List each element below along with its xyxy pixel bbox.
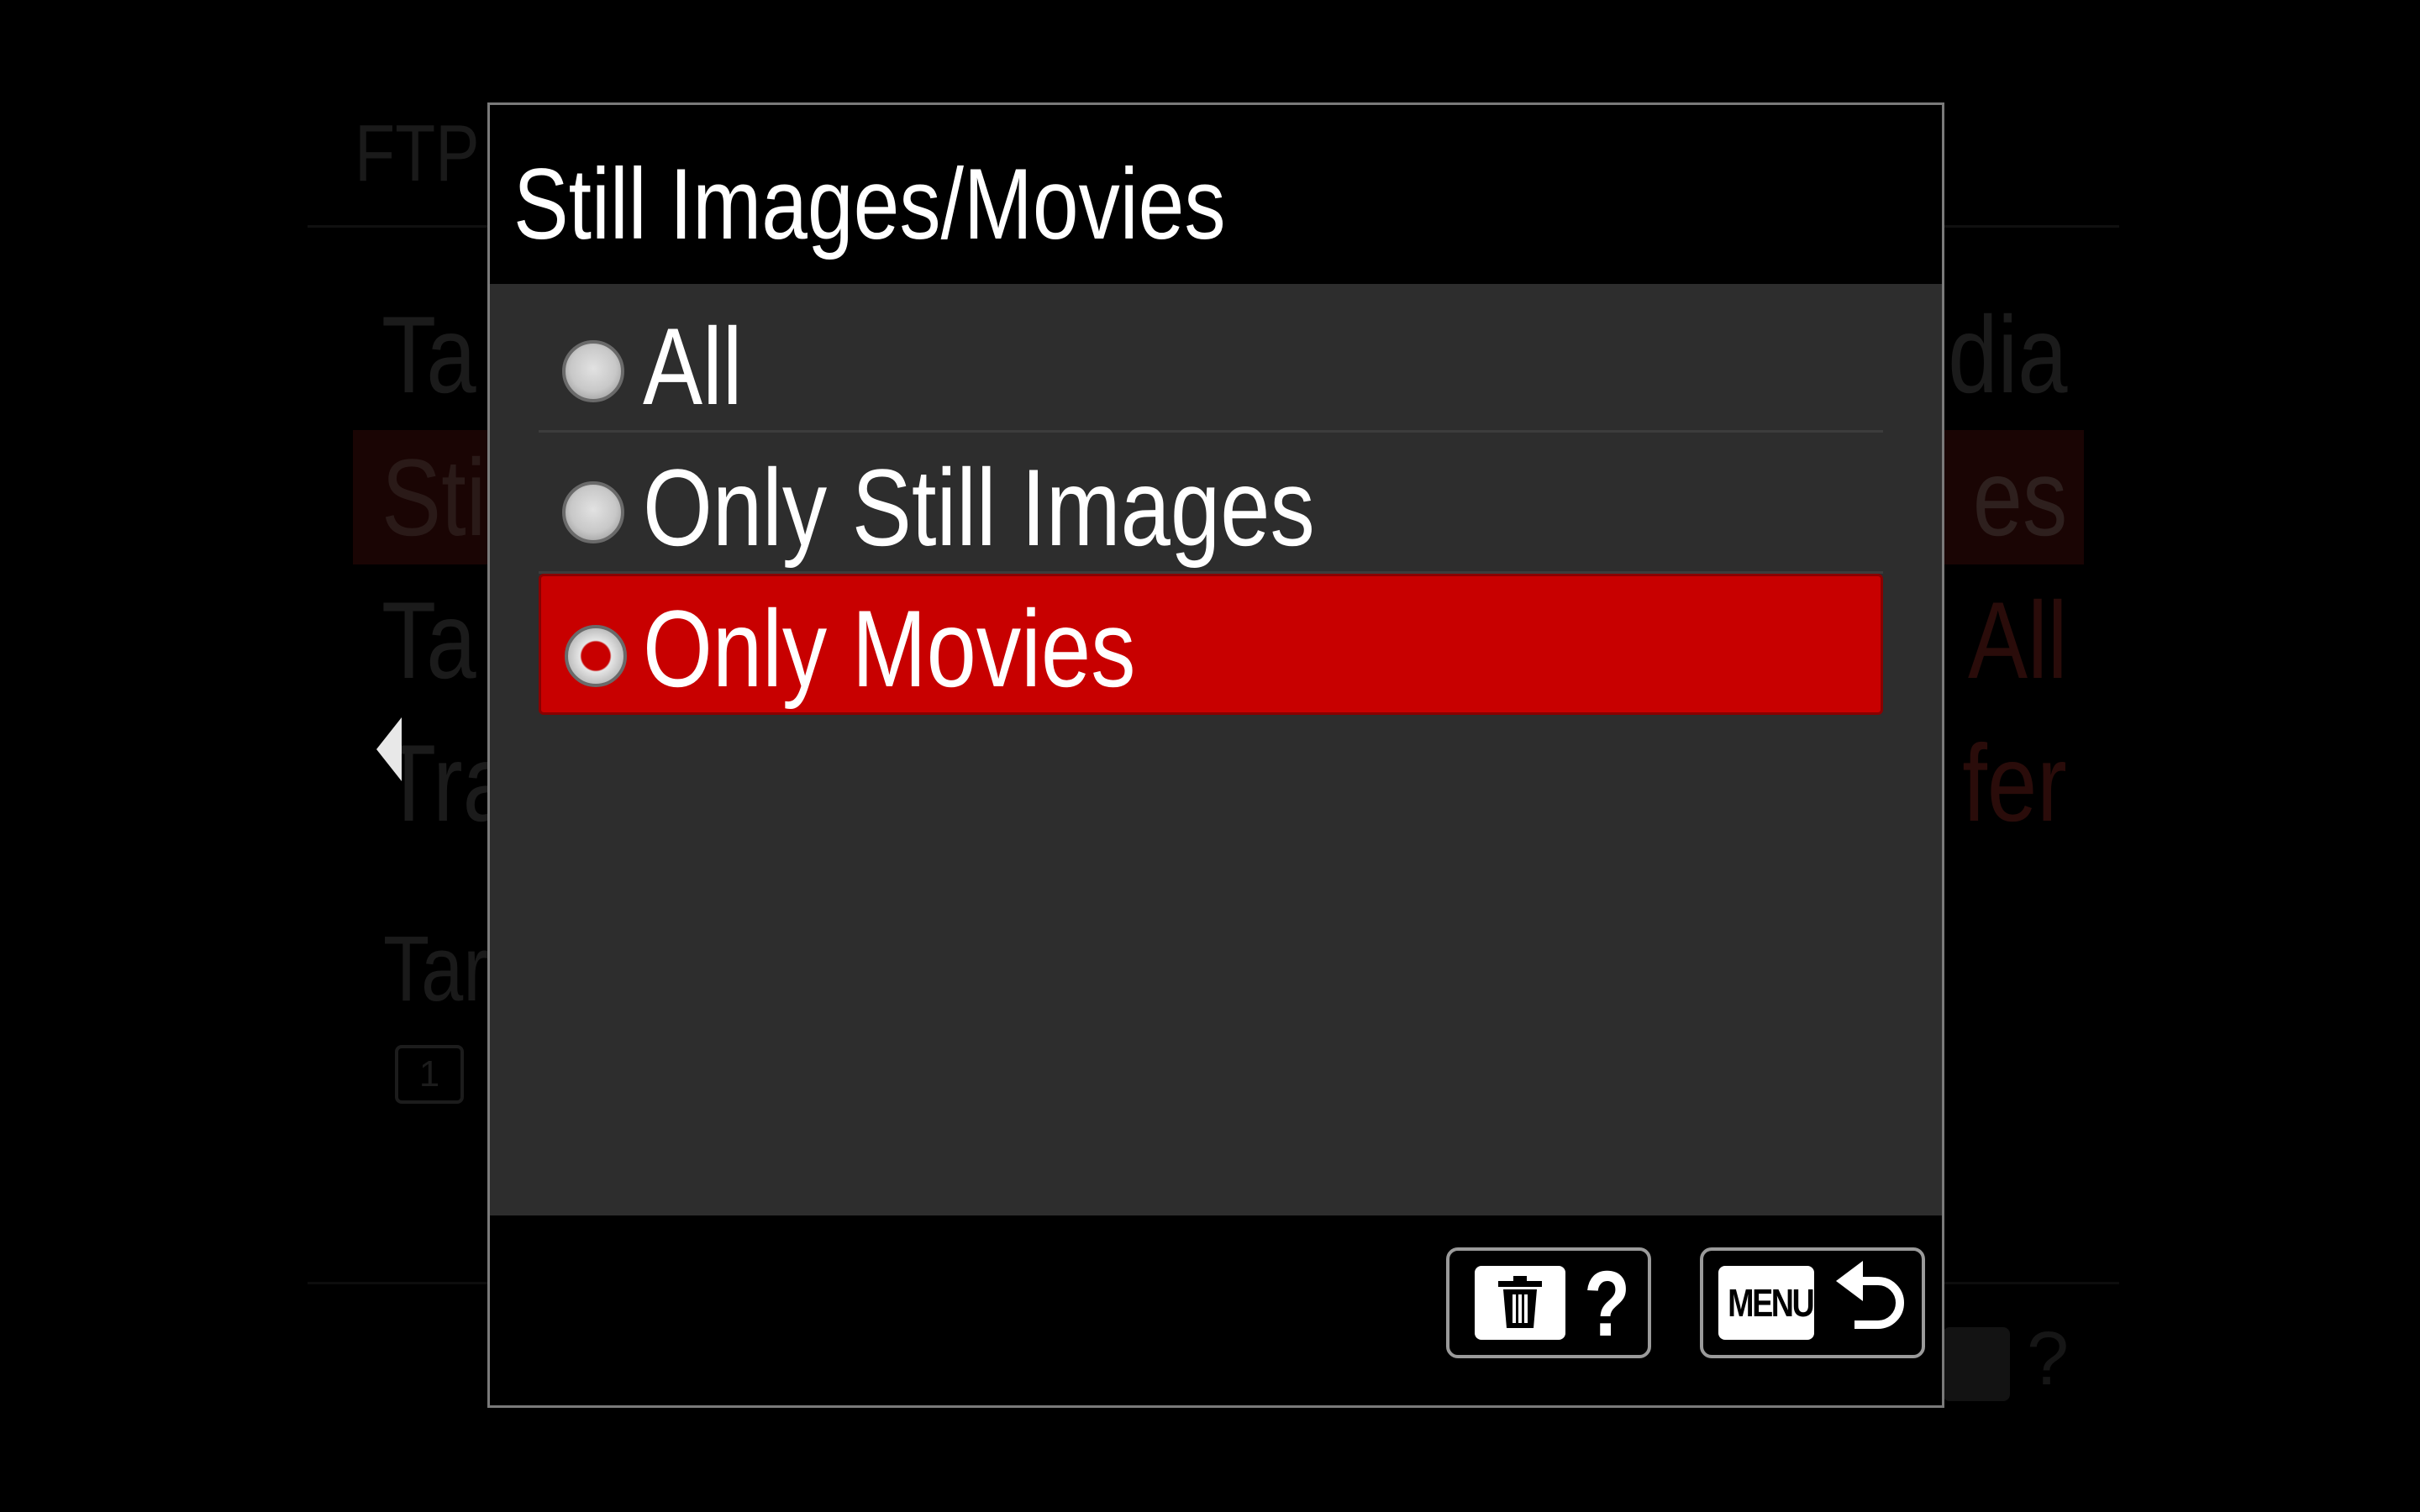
option-only-movies[interactable]: Only Movies	[539, 574, 1883, 715]
help-label: ?	[1584, 1252, 1631, 1356]
background-menu-title: FTP	[355, 108, 480, 198]
background-sub-label: Tar	[383, 917, 489, 1021]
dialog-title: Still Images/Movies	[513, 148, 1226, 260]
dialog-header: Still Images/Movies	[490, 105, 1942, 284]
option-only-still-images[interactable]: Only Still Images	[539, 433, 1883, 574]
background-row-value: es	[1972, 436, 2067, 559]
background-help-hint: ?	[1943, 1317, 2070, 1402]
memory-card-icon: 1	[395, 1045, 464, 1104]
background-row-label: Sti	[381, 436, 487, 559]
background-row-label: Ta	[381, 579, 476, 701]
option-label: Only Movies	[643, 587, 1136, 710]
radio-button-icon[interactable]	[562, 340, 624, 402]
option-label: Only Still Images	[643, 446, 1315, 569]
option-list: All Only Still Images Only Movies	[539, 291, 1883, 715]
memory-card-icon-number: 1	[418, 1053, 440, 1095]
help-button[interactable]: ?	[1446, 1247, 1651, 1358]
background-row-value: fer	[1962, 722, 2067, 844]
background-row-value: All	[1967, 579, 2067, 701]
trash-icon	[1943, 1327, 2010, 1402]
menu-key-icon: MENU	[1718, 1266, 1815, 1340]
radio-button-icon[interactable]	[562, 481, 624, 543]
trash-icon	[1475, 1266, 1565, 1340]
left-arrow-icon	[376, 717, 402, 781]
menu-label: MENU	[1728, 1281, 1815, 1325]
background-row-label: Ta	[381, 293, 476, 416]
menu-back-button[interactable]: MENU	[1700, 1247, 1925, 1358]
option-all[interactable]: All	[539, 291, 1883, 433]
background-help-label: ?	[2027, 1317, 2070, 1401]
radio-button-selected-icon[interactable]	[565, 625, 627, 687]
still-images-movies-dialog: Still Images/Movies All Only Still Image…	[487, 102, 1944, 1408]
background-row-value: dia	[1947, 293, 2067, 416]
option-label: All	[643, 305, 743, 428]
return-arrow-icon	[1836, 1261, 1904, 1329]
